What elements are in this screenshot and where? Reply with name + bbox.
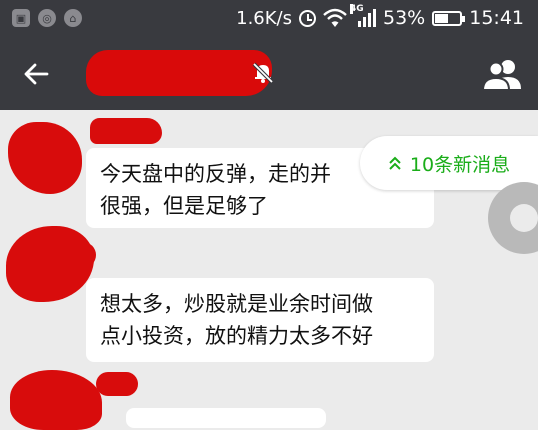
avatar[interactable] [8,122,82,194]
chat-title-redacted [86,50,272,96]
battery-level-fill [435,13,448,23]
sender-name-redacted [96,372,138,396]
message-text-line: 点小投资，放的精力太多不好 [100,324,373,348]
sender-name-redacted [60,242,96,268]
group-members-button[interactable] [481,56,522,92]
message-list[interactable]: 今天盘中的反弹，走的并 很强，但是足够了 想太多，炒股就是业余时间做 点小投资，… [0,110,538,430]
alarm-icon [299,9,316,27]
network-speed: 1.6K/s [236,7,292,29]
message-bubble[interactable]: 想太多，炒股就是业余时间做 点小投资，放的精力太多不好 [86,278,434,362]
group-members-icon [481,60,521,91]
gallery-icon: ▣ [12,9,30,27]
chat-title-bar [0,38,538,110]
status-indicators: 1.6K/s 4G 53% 15:41 [236,4,524,29]
avatar[interactable] [10,370,102,430]
back-button[interactable] [20,58,52,90]
back-arrow-icon [24,63,49,85]
wifi-icon [323,8,347,27]
sync-icon: ◎ [38,9,56,27]
floating-assistive-button[interactable] [488,182,538,254]
battery-icon [432,10,466,26]
battery-percent: 53% [383,7,426,29]
double-chevron-up-icon [389,156,401,170]
message-bubble[interactable] [126,408,326,428]
message-text-line: 很强，但是足够了 [100,194,268,218]
status-bar: ▣ ◎ ⌂ 1.6K/s 4G 53% 15:41 [0,0,538,38]
new-messages-label: 10条新消息 [409,153,511,176]
notification-icons: ▣ ◎ ⌂ [12,9,82,27]
browser-icon: ⌂ [64,9,82,27]
new-messages-button[interactable]: 10条新消息 [360,136,538,190]
clock: 15:41 [469,7,524,29]
message-text-line: 想太多，炒股就是业余时间做 [100,292,373,316]
network-type: 4G [350,4,364,14]
signal-icon: 4G [350,4,376,27]
mute-bell-icon [252,62,274,84]
sender-name-redacted [90,118,162,144]
